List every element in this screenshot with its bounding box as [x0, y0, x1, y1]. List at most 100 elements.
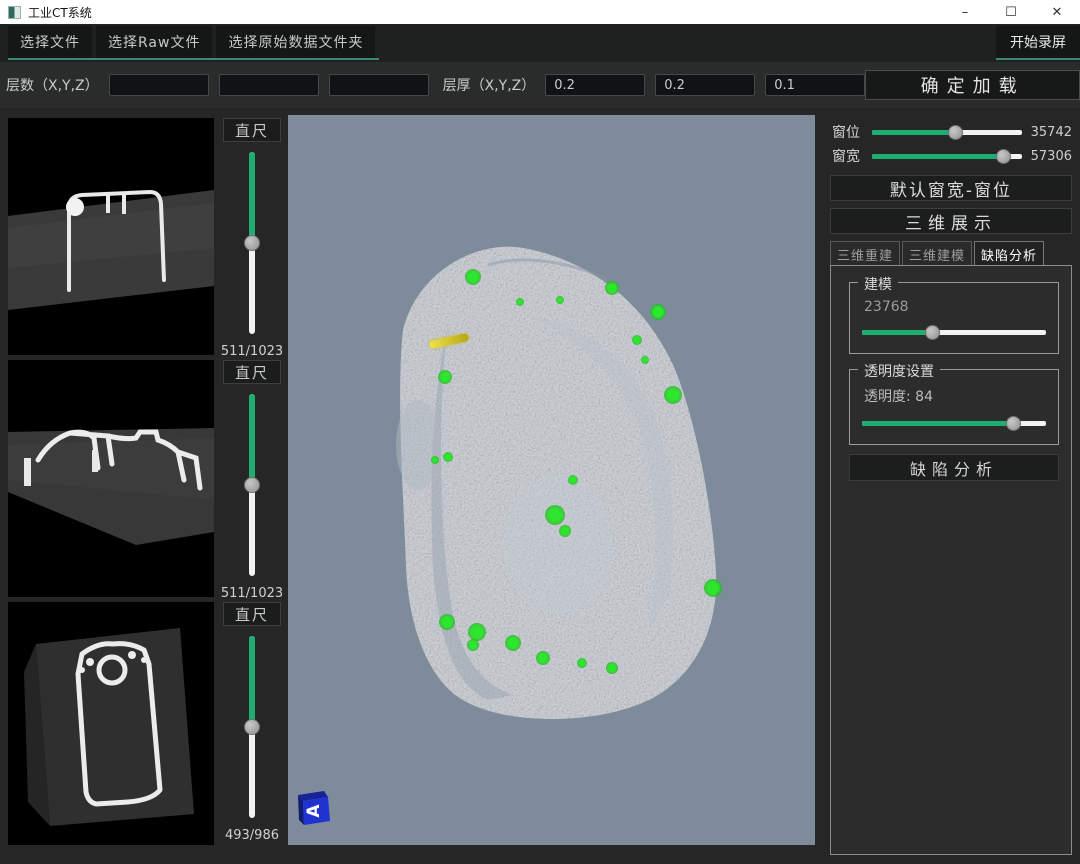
- slider-fill: [862, 330, 932, 335]
- defect-marker: [443, 452, 453, 462]
- defect-analysis-button[interactable]: 缺陷分析: [849, 454, 1059, 481]
- defect-marker: [505, 635, 521, 651]
- defect-marker: [632, 335, 642, 345]
- slider-fill: [872, 130, 955, 135]
- window-width-label: 窗宽: [832, 146, 866, 166]
- slider-thumb[interactable]: [244, 719, 260, 735]
- window-controls: – ☐ ✕: [942, 0, 1080, 24]
- defect-marker: [605, 281, 619, 295]
- modeling-group-title: 建模: [858, 274, 898, 294]
- slider-fill: [249, 394, 255, 485]
- slider-fill: [862, 421, 1013, 426]
- slice-slider-xy[interactable]: [245, 152, 259, 334]
- thickness-z-input[interactable]: [765, 74, 865, 96]
- ruler-button-yz[interactable]: 直尺: [223, 602, 281, 626]
- window-width-slider[interactable]: [872, 149, 1022, 163]
- window-width-value: 57306: [1028, 149, 1072, 164]
- ruler-button-xz[interactable]: 直尺: [223, 360, 281, 384]
- opacity-group-title: 透明度设置: [858, 361, 940, 381]
- defect-marker: [664, 386, 682, 404]
- ct-slice-viewer-yz[interactable]: [8, 602, 214, 845]
- modeling-group: 建模 23768: [849, 282, 1059, 354]
- select-raw-folder-button[interactable]: 选择原始数据文件夹: [216, 26, 375, 58]
- slice-slider-column-yz: 直尺 493/986: [218, 602, 286, 843]
- slice-slider-xz[interactable]: [245, 394, 259, 576]
- layers-y-input[interactable]: [219, 74, 319, 96]
- scratch-marker: [428, 333, 469, 349]
- thickness-y-input[interactable]: [655, 74, 755, 96]
- ct-slice-viewer-xz[interactable]: [8, 360, 214, 597]
- app-icon: [8, 6, 21, 19]
- layers-x-input[interactable]: [109, 74, 209, 96]
- defect-marker: [641, 356, 649, 364]
- slice-position-label-xz: 511/1023: [221, 586, 283, 601]
- maximize-button[interactable]: ☐: [988, 0, 1034, 24]
- ct-slice-viewer-xy[interactable]: [8, 118, 214, 355]
- slider-thumb[interactable]: [244, 235, 260, 251]
- window-level-value: 35742: [1028, 125, 1072, 140]
- defect-marker: [431, 456, 439, 464]
- window-level-slider[interactable]: [872, 125, 1022, 139]
- slice-slider-yz[interactable]: [245, 636, 259, 818]
- window-level-row: 窗位 35742: [832, 123, 1072, 141]
- close-button[interactable]: ✕: [1034, 0, 1080, 24]
- modeling-slider[interactable]: [862, 325, 1046, 339]
- defect-marker: [704, 579, 722, 597]
- defect-marker: [577, 658, 587, 668]
- confirm-load-button[interactable]: 确定加载: [865, 70, 1080, 100]
- start-recording-button[interactable]: 开始录屏: [996, 26, 1080, 60]
- slice-slider-column-xy: 直尺 511/1023: [218, 118, 286, 359]
- slider-fill: [249, 636, 255, 727]
- defect-marker: [650, 304, 666, 320]
- opacity-slider[interactable]: [862, 416, 1046, 430]
- ct-slice-image-xz: [8, 360, 214, 597]
- orientation-cube[interactable]: A: [296, 789, 336, 827]
- svg-text:A: A: [304, 804, 324, 818]
- slider-thumb[interactable]: [1006, 416, 1021, 431]
- defect-marker: [516, 298, 524, 306]
- defect-marker: [467, 639, 479, 651]
- layers-z-input[interactable]: [329, 74, 429, 96]
- defect-marker: [568, 475, 578, 485]
- minimize-button[interactable]: –: [942, 0, 988, 24]
- slider-thumb[interactable]: [244, 477, 260, 493]
- viewport-3d[interactable]: A: [288, 115, 815, 845]
- window-title: 工业CT系统: [28, 4, 92, 21]
- defect-marker: [536, 651, 550, 665]
- app-window: 工业CT系统 – ☐ ✕ 选择文件 选择Raw文件 选择原始数据文件夹 开始录屏…: [0, 0, 1080, 864]
- slice-position-label-xy: 511/1023: [221, 344, 283, 359]
- defect-marker: [465, 269, 481, 285]
- opacity-value-label: 透明度: 84: [864, 386, 1046, 406]
- default-window-button[interactable]: 默认窗宽-窗位: [830, 175, 1072, 201]
- file-button-group: 选择文件 选择Raw文件 选择原始数据文件夹: [8, 26, 379, 60]
- toolbar: 选择文件 选择Raw文件 选择原始数据文件夹 开始录屏: [0, 24, 1080, 62]
- window-level-label: 窗位: [832, 122, 866, 142]
- slider-thumb[interactable]: [996, 149, 1011, 164]
- slice-slider-column-xz: 直尺 511/1023: [218, 360, 286, 601]
- defect-layer: [288, 115, 815, 845]
- slider-fill: [249, 152, 255, 243]
- defect-marker: [556, 296, 564, 304]
- opacity-group: 透明度设置 透明度: 84: [849, 369, 1059, 445]
- parameter-row: 层数（X,Y,Z） 层厚（X,Y,Z） 确定加载: [0, 62, 1080, 108]
- display-3d-button[interactable]: 三维展示: [830, 208, 1072, 234]
- defect-marker: [545, 505, 565, 525]
- defect-marker: [606, 662, 618, 674]
- defect-marker: [559, 525, 571, 537]
- slider-thumb[interactable]: [948, 125, 963, 140]
- defect-analysis-panel: 建模 23768 透明度设置 透明度: 84 缺陷分析: [830, 265, 1072, 855]
- slice-position-label-yz: 493/986: [225, 828, 279, 843]
- thickness-x-input[interactable]: [545, 74, 645, 96]
- thickness-label: 层厚（X,Y,Z）: [443, 75, 536, 95]
- defect-marker: [439, 614, 455, 630]
- modeling-value: 23768: [864, 299, 1046, 315]
- ruler-button-xy[interactable]: 直尺: [223, 118, 281, 142]
- ct-slice-image-yz: [8, 602, 214, 845]
- slider-fill: [872, 154, 1003, 159]
- ct-slice-image-xy: [8, 118, 214, 355]
- slider-thumb[interactable]: [925, 325, 940, 340]
- window-width-row: 窗宽 57306: [832, 147, 1072, 165]
- orientation-cube-graphic: A: [296, 789, 336, 827]
- select-raw-file-button[interactable]: 选择Raw文件: [96, 26, 212, 58]
- select-file-button[interactable]: 选择文件: [8, 26, 92, 58]
